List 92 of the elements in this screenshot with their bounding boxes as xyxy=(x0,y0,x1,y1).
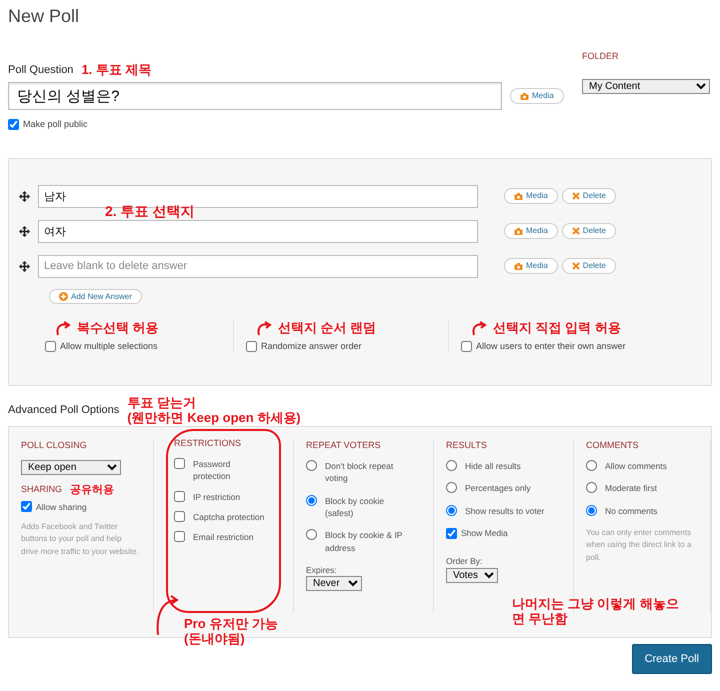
checkbox[interactable] xyxy=(8,119,19,130)
order-select[interactable]: Votes xyxy=(446,568,498,583)
section-label: FOLDER xyxy=(582,50,620,63)
close-icon xyxy=(572,262,580,270)
camera-icon xyxy=(520,92,529,101)
section-label: RESTRICTIONS xyxy=(174,436,242,450)
annotation-text: (웬만하면 Keep open 하세용) xyxy=(127,410,301,426)
checkbox-label: Randomize answer order xyxy=(261,340,362,353)
section-label: REPEAT VOTERS xyxy=(306,438,382,452)
radio-label: Don't block repeat voting xyxy=(325,460,394,485)
annotation-text: Pro 유저만 가능 xyxy=(184,616,278,632)
section-label: RESULTS xyxy=(446,438,488,452)
page-title: New Poll xyxy=(8,6,80,28)
checkbox[interactable] xyxy=(246,341,257,352)
media-button[interactable]: Media xyxy=(504,188,558,204)
move-icon xyxy=(19,190,30,202)
checkbox[interactable] xyxy=(174,531,185,542)
annotation-arrow xyxy=(471,320,489,336)
checkbox[interactable] xyxy=(446,528,457,539)
radio-label: Moderate first xyxy=(605,482,658,495)
radio-button[interactable] xyxy=(586,482,597,494)
move-icon xyxy=(19,226,30,237)
radio-label: Block by cookie & IP address xyxy=(325,529,404,554)
expires-select[interactable]: Never xyxy=(306,576,362,592)
field-label: Order By: xyxy=(446,555,484,568)
checkbox-label: Email restriction xyxy=(193,531,254,544)
section-heading: Advanced Poll Options xyxy=(8,402,120,418)
section-label: SHARING xyxy=(21,483,62,496)
help-text: Adds Facebook and Twitter buttons to your poll and help drive more traffic to your website. xyxy=(21,520,140,558)
checkbox[interactable] xyxy=(174,490,185,502)
answer-field[interactable]: Leave blank to delete answer xyxy=(38,254,478,278)
plus-icon xyxy=(59,292,68,301)
close-icon xyxy=(572,192,580,200)
annotation-text: 선택지 순서 랜덤 xyxy=(278,320,376,336)
checkbox-label: Show Media xyxy=(461,527,508,540)
annotation-arrow xyxy=(256,320,274,336)
checkbox-label: Allow users to enter their own answer xyxy=(476,340,626,353)
move-icon xyxy=(19,260,30,272)
radio-label: No comments xyxy=(605,504,658,518)
media-button[interactable]: Media xyxy=(504,223,558,239)
camera-icon xyxy=(514,226,523,236)
camera-icon xyxy=(514,192,523,201)
radio-button[interactable] xyxy=(586,460,597,472)
annotation-text: 선택지 직접 입력 허용 xyxy=(493,320,621,336)
checkbox-label: Allow sharing xyxy=(36,500,87,513)
annotation-text: 공유허용 xyxy=(70,484,114,497)
annotation-text: 복수선택 허용 xyxy=(77,320,159,336)
closing-select[interactable]: Keep open xyxy=(21,460,121,476)
radio-button[interactable] xyxy=(306,460,317,472)
delete-button[interactable]: Delete xyxy=(562,223,616,239)
checkbox[interactable] xyxy=(174,458,185,470)
question-field[interactable]: 당신의 성별은? xyxy=(8,82,502,110)
add-answer-button[interactable]: Add New Answer xyxy=(49,288,142,304)
delete-button[interactable]: Delete xyxy=(562,258,616,274)
checkbox-label: Make poll public xyxy=(23,118,88,132)
create-poll-button[interactable]: Create Poll xyxy=(632,644,712,674)
checkbox[interactable] xyxy=(45,341,56,352)
answer-field[interactable]: 여자 xyxy=(38,220,478,243)
close-icon xyxy=(572,227,580,236)
radio-button[interactable] xyxy=(306,529,317,540)
radio-button[interactable] xyxy=(586,504,597,516)
section-label: COMMENTS xyxy=(586,438,640,452)
radio-label: Hide all results xyxy=(465,460,522,472)
radio-button[interactable] xyxy=(446,482,457,494)
checkbox-label: Allow multiple selections xyxy=(60,340,158,353)
radio-button[interactable] xyxy=(306,494,317,506)
annotation-text: (돈내야됨) xyxy=(184,632,246,646)
radio-label: Allow comments xyxy=(605,460,668,472)
delete-button[interactable]: Delete xyxy=(562,188,616,204)
media-button[interactable]: Media xyxy=(510,88,564,104)
help-text: You can only enter comments when using the direct link to a poll. xyxy=(586,527,692,564)
camera-icon xyxy=(514,262,523,271)
annotation-arrow xyxy=(55,320,73,336)
annotation-text: 투표 닫는거 xyxy=(127,396,197,411)
radio-label: Block by cookie (safest) xyxy=(325,494,386,520)
field-label: Poll Question xyxy=(8,62,74,78)
radio-button[interactable] xyxy=(446,504,457,516)
annotation-text: 나머지는 그냥 이렇게 해놓으면 무난함 xyxy=(512,596,680,628)
annotation-text: 1. 투표 제목 xyxy=(81,63,152,78)
media-button[interactable]: Media xyxy=(504,258,558,274)
radio-label: Show results to voter xyxy=(465,504,546,518)
field-label: Expires: xyxy=(306,564,338,576)
section-label: POLL CLOSING xyxy=(21,438,88,452)
radio-label: Percentages only xyxy=(465,482,532,495)
checkbox[interactable] xyxy=(461,341,472,352)
checkbox-label: Password protection xyxy=(193,458,232,483)
checkbox[interactable] xyxy=(174,511,185,522)
checkbox[interactable] xyxy=(21,501,32,512)
checkbox-label: Captcha protection xyxy=(193,511,266,524)
radio-button[interactable] xyxy=(446,460,457,472)
checkbox-label: IP restriction xyxy=(193,490,242,504)
folder-select[interactable]: My Content xyxy=(582,79,710,94)
